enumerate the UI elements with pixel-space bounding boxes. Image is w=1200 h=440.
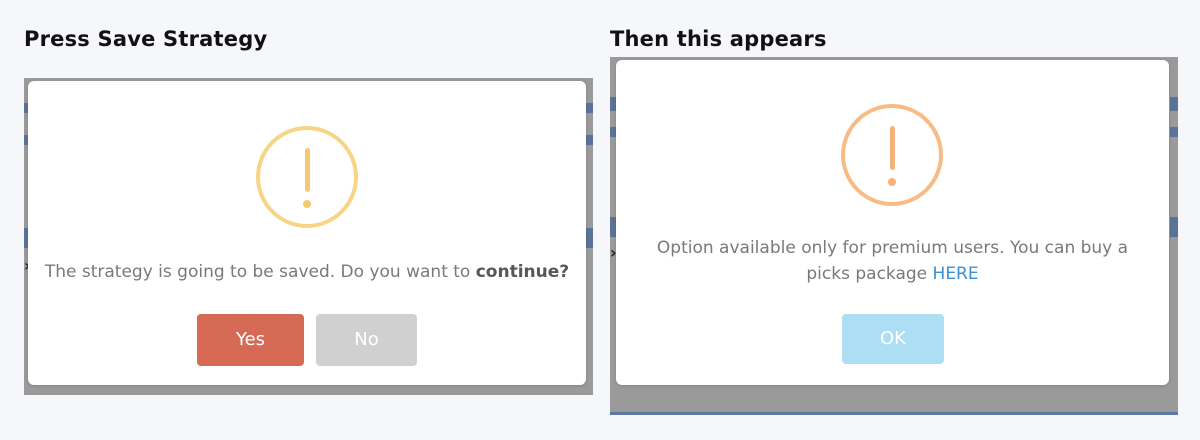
warning-icon-dot — [888, 178, 896, 186]
modal-overlay-right: › Option available only for premium user… — [610, 57, 1178, 415]
background-strip — [1170, 217, 1178, 237]
left-panel-heading: Press Save Strategy — [24, 27, 268, 51]
premium-notice-dialog: Option available only for premium users.… — [616, 60, 1169, 385]
warning-icon — [841, 104, 943, 206]
warning-icon-bar — [889, 126, 895, 170]
ok-button[interactable]: OK — [842, 314, 944, 364]
confirm-message-text: The strategy is going to be saved. Do yo… — [44, 262, 476, 282]
background-strip — [585, 135, 593, 145]
yes-button[interactable]: Yes — [197, 314, 304, 366]
no-button[interactable]: No — [316, 314, 417, 366]
warning-icon-bar — [304, 148, 310, 192]
warning-icon-dot — [303, 200, 311, 208]
right-panel-heading: Then this appears — [610, 27, 827, 51]
premium-message-text: Option available only for premium users.… — [656, 238, 1129, 284]
confirm-message-emphasis: continue? — [475, 262, 570, 282]
modal-overlay-left: › The strategy is going to be saved. Do … — [24, 78, 593, 395]
confirm-save-dialog: The strategy is going to be saved. Do yo… — [28, 81, 586, 385]
background-strip — [1170, 97, 1178, 111]
premium-message: Option available only for premium users.… — [616, 235, 1169, 287]
buy-package-link[interactable]: HERE — [933, 264, 979, 284]
background-strip — [1170, 127, 1178, 137]
background-strip — [585, 103, 593, 113]
warning-icon — [256, 126, 358, 228]
confirm-message: The strategy is going to be saved. Do yo… — [28, 259, 586, 285]
background-strip — [585, 228, 593, 248]
